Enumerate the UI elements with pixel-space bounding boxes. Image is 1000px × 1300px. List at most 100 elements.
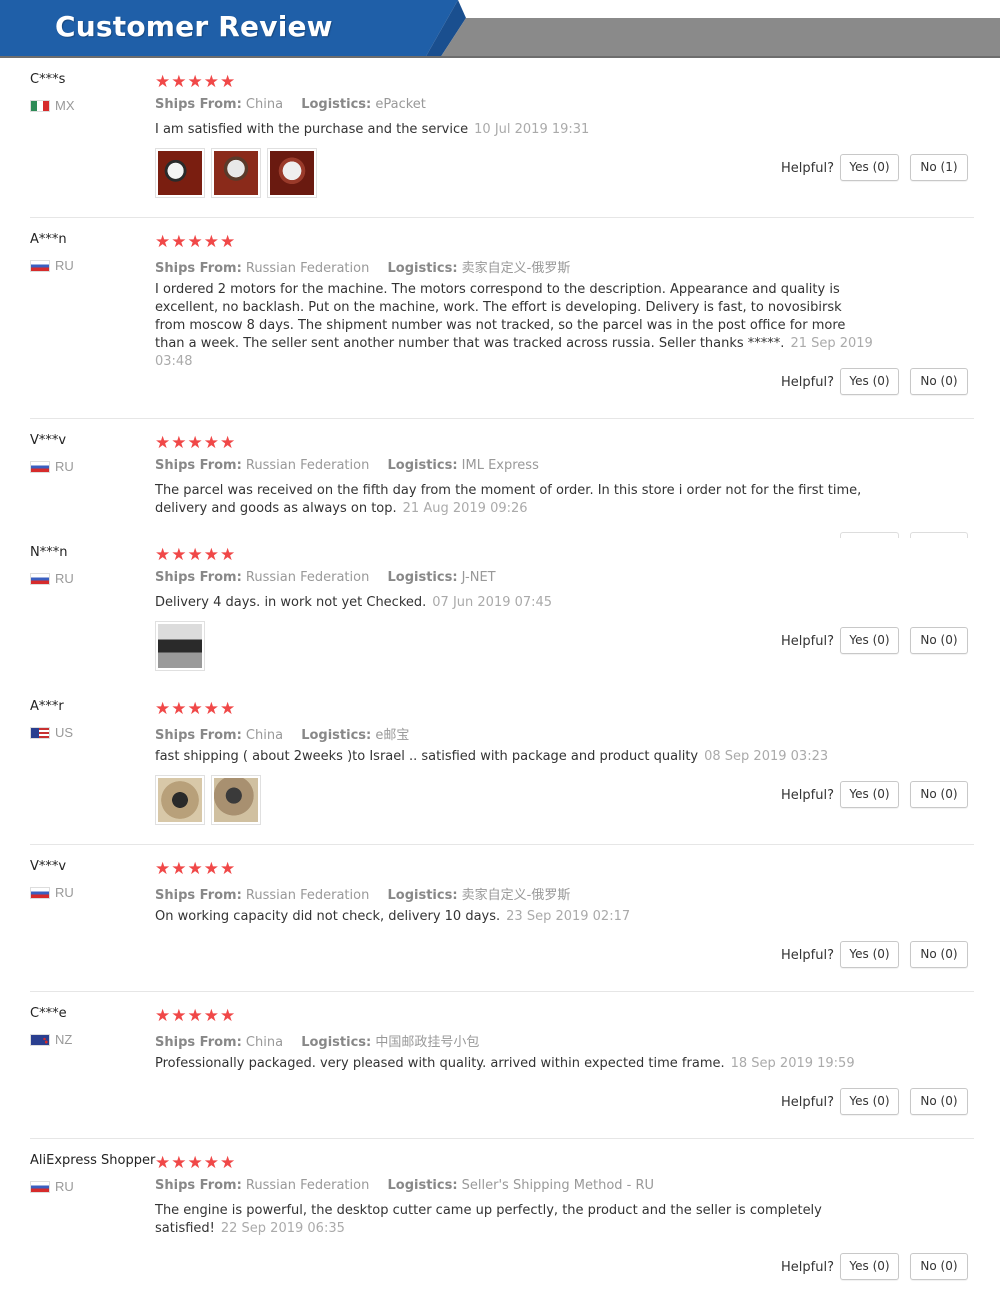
review-divider <box>30 844 974 845</box>
reviewer-name: C***s <box>30 72 66 87</box>
review-date: 18 Sep 2019 19:59 <box>730 1056 855 1071</box>
review-photo-thumbnail[interactable] <box>155 621 205 671</box>
review-date: 08 Sep 2019 03:23 <box>704 749 829 764</box>
vote-no-button[interactable]: No (0) <box>910 627 968 654</box>
reviewer-country: RU <box>30 885 74 900</box>
logistics-value: ePacket <box>375 97 426 112</box>
review-text: The engine is powerful, the desktop cutt… <box>155 1202 875 1238</box>
vote-yes-button[interactable]: Yes (0) <box>840 1088 899 1115</box>
reviewer-country: MX <box>30 98 75 113</box>
country-code: RU <box>55 885 74 900</box>
review-date: 22 Sep 2019 06:35 <box>220 1221 345 1236</box>
shipping-info: Ships From: Russian Federation Logistics… <box>155 1178 668 1193</box>
review-body: I am satisfied with the purchase and the… <box>155 122 469 137</box>
logistics-value: Seller's Shipping Method - RU <box>461 1178 655 1193</box>
star-rating: ★★★★★ <box>155 232 237 251</box>
shipping-info: Ships From: China Logistics: 中国邮政挂号小包 <box>155 1031 493 1050</box>
star-rating: ★★★★★ <box>155 433 237 452</box>
vote-yes-button[interactable]: Yes (0) <box>840 368 899 395</box>
reviewer-country: RU <box>30 571 74 586</box>
star-rating: ★★★★★ <box>155 1153 237 1172</box>
vote-yes-button[interactable]: Yes (0) <box>840 627 899 654</box>
country-code: RU <box>55 459 74 474</box>
ships-from-value: Russian Federation <box>245 888 370 903</box>
reviewer-name: A***r <box>30 699 64 714</box>
country-code: RU <box>55 258 74 273</box>
logistics-label: Logistics: <box>301 97 372 112</box>
shipping-info: Ships From: Russian Federation Logistics… <box>155 257 584 276</box>
reviewer-name: A***n <box>30 232 67 247</box>
logistics-label: Logistics: <box>387 261 458 276</box>
vote-yes-button[interactable]: Yes (0) <box>840 154 899 181</box>
review-date: 23 Sep 2019 02:17 <box>506 909 631 924</box>
logistics-label: Logistics: <box>387 888 458 903</box>
ships-from-label: Ships From: <box>155 728 242 743</box>
ru-flag-icon <box>30 460 50 473</box>
review-body: fast shipping ( about 2weeks )to Israel … <box>155 749 699 764</box>
country-code: US <box>55 725 74 740</box>
reviewer-name: N***n <box>30 545 68 560</box>
vote-yes-button[interactable]: Yes (0) <box>840 941 899 968</box>
helpful-label: Helpful? <box>781 375 834 390</box>
vote-no-button[interactable] <box>910 532 968 538</box>
review-divider <box>30 1138 974 1139</box>
reviewer-country: US <box>30 725 73 740</box>
logistics-value: J-NET <box>461 570 496 585</box>
vote-yes-button[interactable]: Yes (0) <box>840 781 899 808</box>
section-header: Customer Review <box>0 0 1000 60</box>
vote-no-button[interactable]: No (0) <box>910 1088 968 1115</box>
review-text: The parcel was received on the fifth day… <box>155 482 875 518</box>
ships-from-value: China <box>245 1035 284 1050</box>
helpful-label: Helpful? <box>781 161 834 176</box>
vote-yes-button[interactable]: Yes (0) <box>840 1253 899 1280</box>
review-divider <box>30 991 974 992</box>
review-body: Professionally packaged. very pleased wi… <box>155 1056 725 1071</box>
reviewer-country: RU <box>30 258 74 273</box>
logistics-label: Logistics: <box>301 728 372 743</box>
review-divider <box>30 418 974 419</box>
helpful-label: Helpful? <box>781 948 834 963</box>
ru-flag-icon <box>30 572 50 585</box>
ships-from-label: Ships From: <box>155 1178 242 1193</box>
review-photo-thumbnail[interactable] <box>155 148 205 198</box>
review-photo-thumbnail[interactable] <box>211 775 261 825</box>
review-photos <box>155 621 205 671</box>
review-text: I ordered 2 motors for the machine. The … <box>155 281 875 371</box>
helpful-label: Helpful? <box>781 788 834 803</box>
vote-no-button[interactable]: No (0) <box>910 1253 968 1280</box>
review-photo-thumbnail[interactable] <box>155 775 205 825</box>
review-photo-thumbnail[interactable] <box>267 148 317 198</box>
ships-from-label: Ships From: <box>155 261 242 276</box>
vote-no-button[interactable]: No (0) <box>910 781 968 808</box>
star-rating: ★★★★★ <box>155 72 237 91</box>
vote-no-button[interactable]: No (0) <box>910 941 968 968</box>
review-divider <box>30 217 974 218</box>
logistics-label: Logistics: <box>387 1178 458 1193</box>
logistics-value: IML Express <box>461 458 539 473</box>
vote-no-button[interactable]: No (0) <box>910 368 968 395</box>
ships-from-value: Russian Federation <box>245 261 370 276</box>
vote-no-button[interactable]: No (1) <box>910 154 968 181</box>
review-date: 21 Aug 2019 09:26 <box>402 501 528 516</box>
review-body: I ordered 2 motors for the machine. The … <box>155 282 846 351</box>
logistics-label: Logistics: <box>387 458 458 473</box>
review-photos <box>155 148 317 198</box>
helpful-label: Helpful? <box>781 1095 834 1110</box>
logistics-label: Logistics: <box>301 1035 372 1050</box>
mx-flag-icon <box>30 99 50 112</box>
review-photo-thumbnail[interactable] <box>211 148 261 198</box>
review-photos <box>155 775 261 825</box>
review-text: Delivery 4 days. in work not yet Checked… <box>155 594 875 612</box>
ships-from-label: Ships From: <box>155 1035 242 1050</box>
vote-yes-button[interactable] <box>840 532 899 538</box>
shipping-info: Ships From: China Logistics: ePacket <box>155 97 440 112</box>
review-body: On working capacity did not check, deliv… <box>155 909 501 924</box>
ru-flag-icon <box>30 886 50 899</box>
reviewer-name: AliExpress Shopper <box>30 1153 156 1168</box>
ships-from-value: China <box>245 97 284 112</box>
country-code: MX <box>55 98 75 113</box>
reviewer-name: C***e <box>30 1006 67 1021</box>
ru-flag-icon <box>30 259 50 272</box>
reviewer-country: RU <box>30 1179 74 1194</box>
review-text: fast shipping ( about 2weeks )to Israel … <box>155 748 875 766</box>
